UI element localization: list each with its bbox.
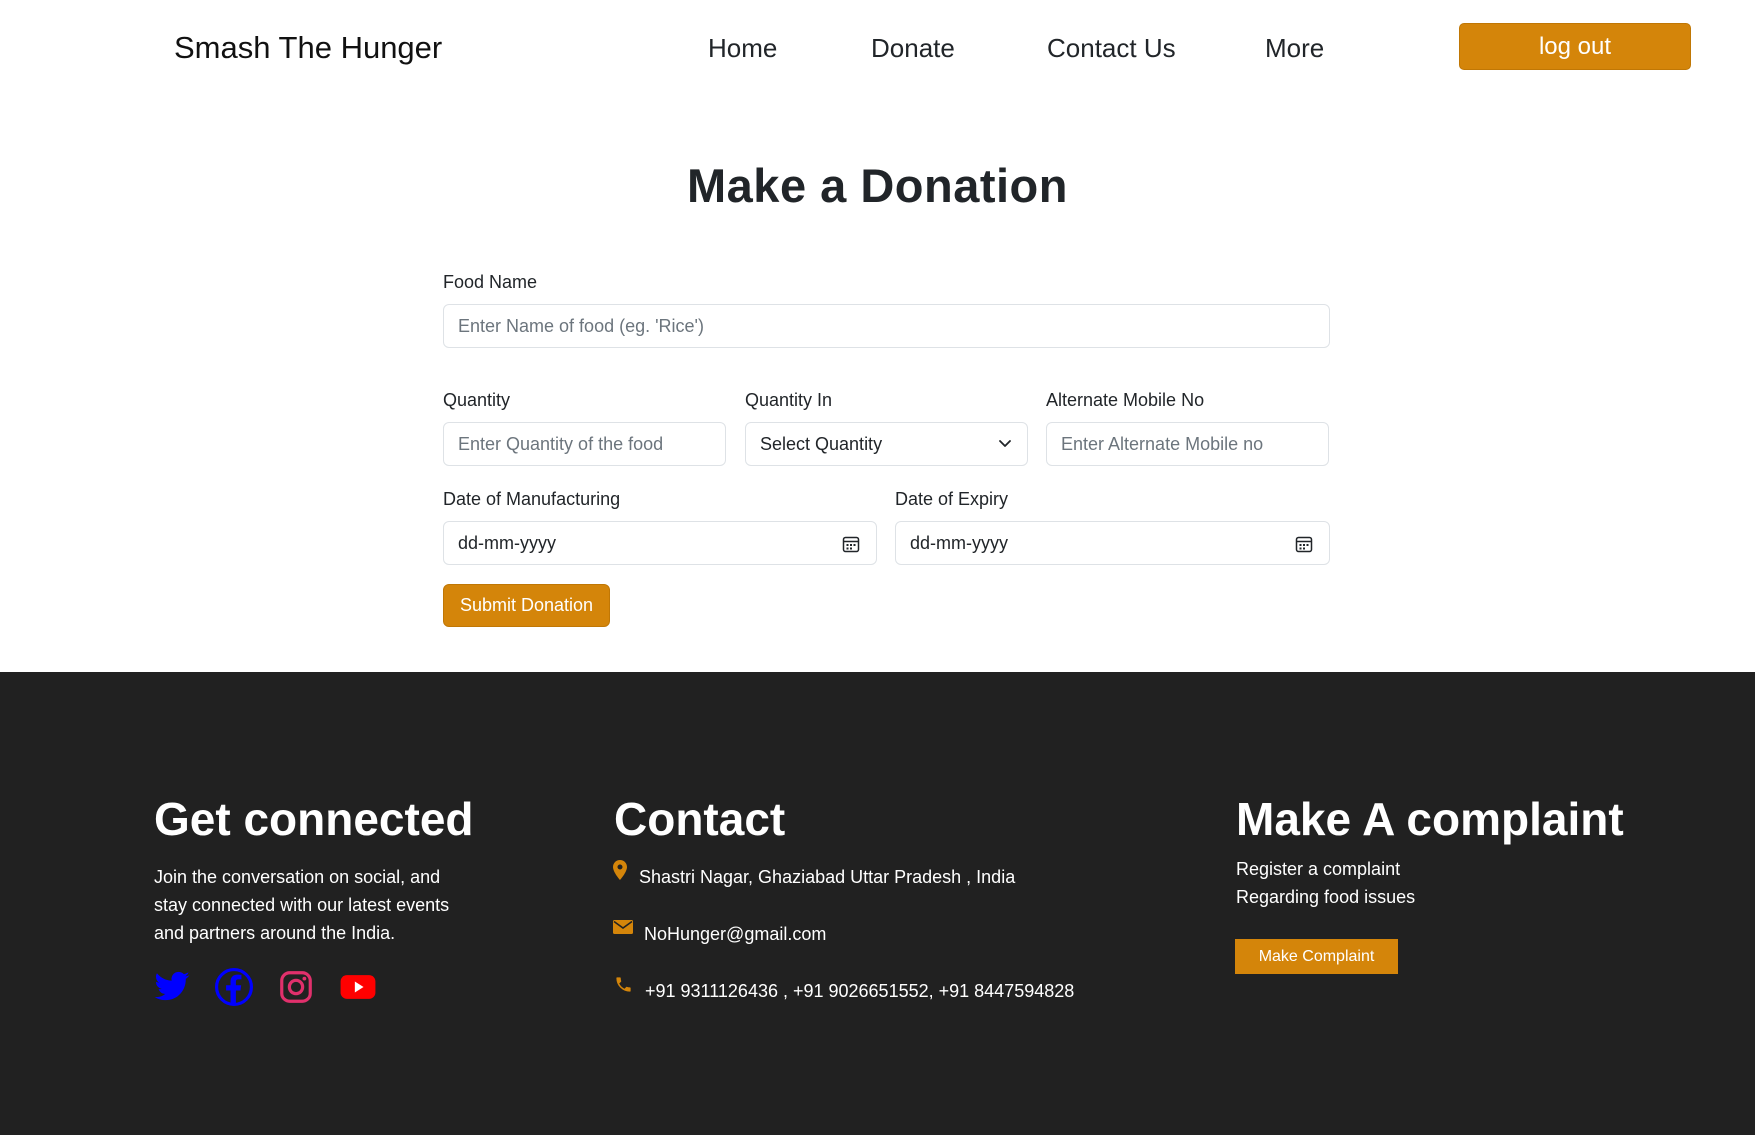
date-mfg-value: dd-mm-yyyy — [458, 532, 556, 553]
get-connected-heading: Get connected — [154, 793, 474, 845]
quantity-in-label: Quantity In — [745, 390, 833, 410]
instagram-icon[interactable] — [277, 968, 315, 1006]
contact-phones: +91 9311126436 , +91 9026651552, +91 844… — [645, 981, 1075, 1001]
contact-address: Shastri Nagar, Ghaziabad Uttar Pradesh ,… — [639, 867, 1016, 887]
phone-icon — [616, 977, 631, 992]
nav-more[interactable]: More — [1265, 33, 1324, 64]
complaint-heading: Make A complaint — [1236, 793, 1624, 845]
alt-mobile-placeholder: Enter Alternate Mobile no — [1061, 433, 1264, 454]
location-pin-icon — [613, 860, 627, 880]
youtube-icon[interactable] — [339, 968, 377, 1006]
make-complaint-button[interactable]: Make Complaint — [1235, 939, 1398, 974]
nav-home[interactable]: Home — [708, 33, 777, 64]
calendar-icon[interactable] — [1295, 535, 1313, 553]
page-title: Make a Donation — [687, 159, 1068, 212]
quantity-placeholder: Enter Quantity of the food — [458, 433, 664, 454]
quantity-in-selected: Select Quantity — [760, 433, 883, 454]
quantity-label: Quantity — [443, 390, 511, 410]
logout-button[interactable]: log out — [1459, 23, 1691, 70]
footer: Get connected Join the conversation on s… — [0, 672, 1755, 1135]
twitter-icon[interactable] — [153, 968, 191, 1006]
brand-logo[interactable]: Smash The Hunger — [174, 30, 442, 66]
contact-email[interactable]: NoHunger@gmail.com — [644, 920, 826, 948]
alt-mobile-input[interactable]: Enter Alternate Mobile no — [1046, 422, 1329, 466]
food-name-input[interactable]: Enter Name of food (eg. 'Rice') — [443, 304, 1330, 348]
envelope-icon — [613, 920, 633, 934]
get-connected-text: Join the conversation on social, and sta… — [154, 867, 450, 943]
calendar-icon[interactable] — [842, 535, 860, 553]
date-exp-value: dd-mm-yyyy — [910, 532, 1008, 553]
quantity-in-select[interactable]: Select Quantity — [745, 422, 1028, 466]
quantity-input[interactable]: Enter Quantity of the food — [443, 422, 726, 466]
food-name-label: Food Name — [443, 272, 538, 292]
contact-heading: Contact — [614, 793, 786, 845]
page: Smash The Hunger Home Donate Contact Us … — [0, 0, 1755, 1135]
nav-donate[interactable]: Donate — [871, 33, 955, 64]
navbar: Smash The Hunger Home Donate Contact Us … — [0, 0, 1755, 100]
nav-contact-us[interactable]: Contact Us — [1047, 33, 1176, 64]
chevron-down-icon — [999, 440, 1011, 447]
facebook-icon[interactable] — [215, 968, 253, 1006]
complaint-line-2: Regarding food issues — [1236, 887, 1416, 907]
date-mfg-label: Date of Manufacturing — [443, 489, 621, 509]
food-name-placeholder: Enter Name of food (eg. 'Rice') — [458, 315, 704, 336]
date-exp-input[interactable]: dd-mm-yyyy — [895, 521, 1330, 565]
date-mfg-input[interactable]: dd-mm-yyyy — [443, 521, 877, 565]
alt-mobile-label: Alternate Mobile No — [1046, 390, 1205, 410]
submit-donation-button[interactable]: Submit Donation — [443, 584, 610, 627]
complaint-line-1: Register a complaint — [1236, 859, 1401, 879]
date-exp-label: Date of Expiry — [895, 489, 1009, 509]
